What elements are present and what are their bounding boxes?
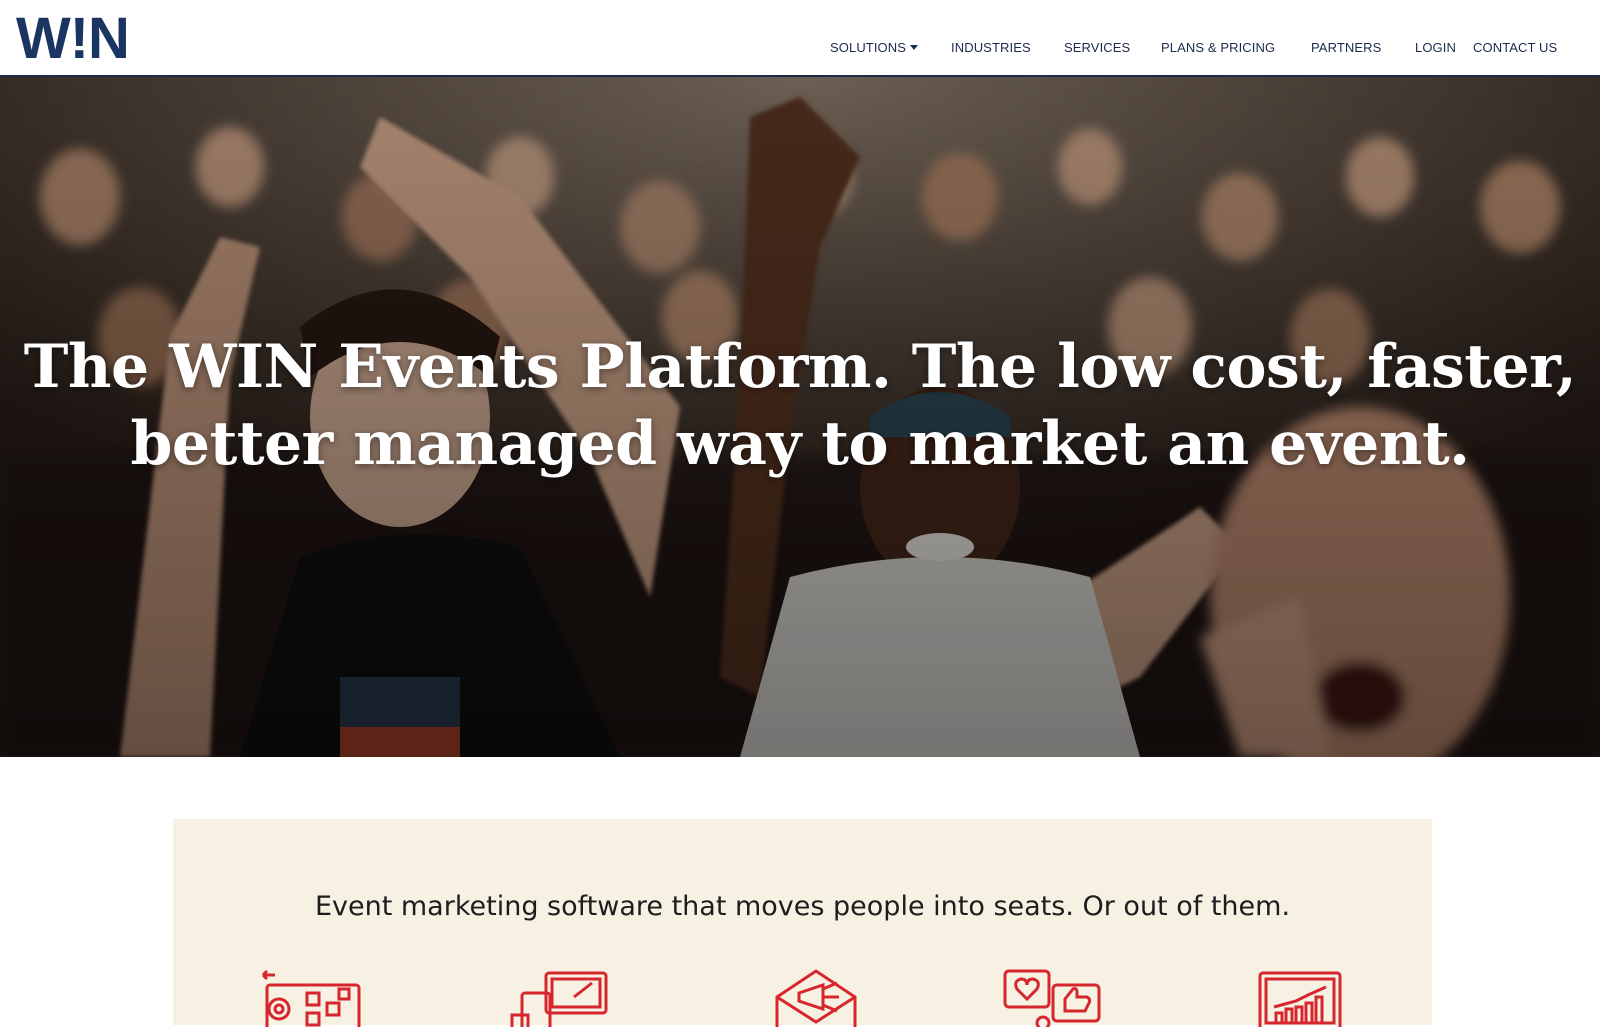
nav-partners[interactable]: PARTNERS [1311, 40, 1381, 55]
features-band: Event marketing software that moves peop… [173, 819, 1432, 1027]
analytics-chart-icon [1256, 967, 1366, 1027]
nav-contact-us[interactable]: CONTACT US [1473, 40, 1557, 55]
nav-plans-pricing[interactable]: PLANS & PRICING [1161, 40, 1275, 55]
nav-solutions[interactable]: SOLUTIONS [830, 40, 919, 55]
nav-solutions-label: SOLUTIONS [830, 40, 907, 55]
nav-industries[interactable]: INDUSTRIES [951, 40, 1031, 55]
site-header: W!N SOLUTIONS INDUSTRIES SERVICES PLANS … [0, 0, 1600, 77]
nav-services[interactable]: SERVICES [1064, 40, 1130, 55]
automation-gear-icon [255, 967, 365, 1027]
hero-section: The WIN Events Platform. The low cost, f… [0, 77, 1600, 757]
win-logo[interactable]: W!N [16, 10, 130, 68]
hero-headline-line1: The WIN Events Platform. The low cost, f… [23, 332, 1577, 402]
caret-down-icon [910, 45, 919, 50]
nav-login[interactable]: LOGIN [1415, 40, 1456, 55]
hero-headline-line2: better managed way to market an event. [130, 409, 1470, 479]
social-engagement-icon [999, 967, 1109, 1027]
email-megaphone-icon [761, 967, 871, 1027]
features-tagline: Event marketing software that moves peop… [314, 891, 1291, 922]
multi-device-icon [508, 967, 618, 1027]
